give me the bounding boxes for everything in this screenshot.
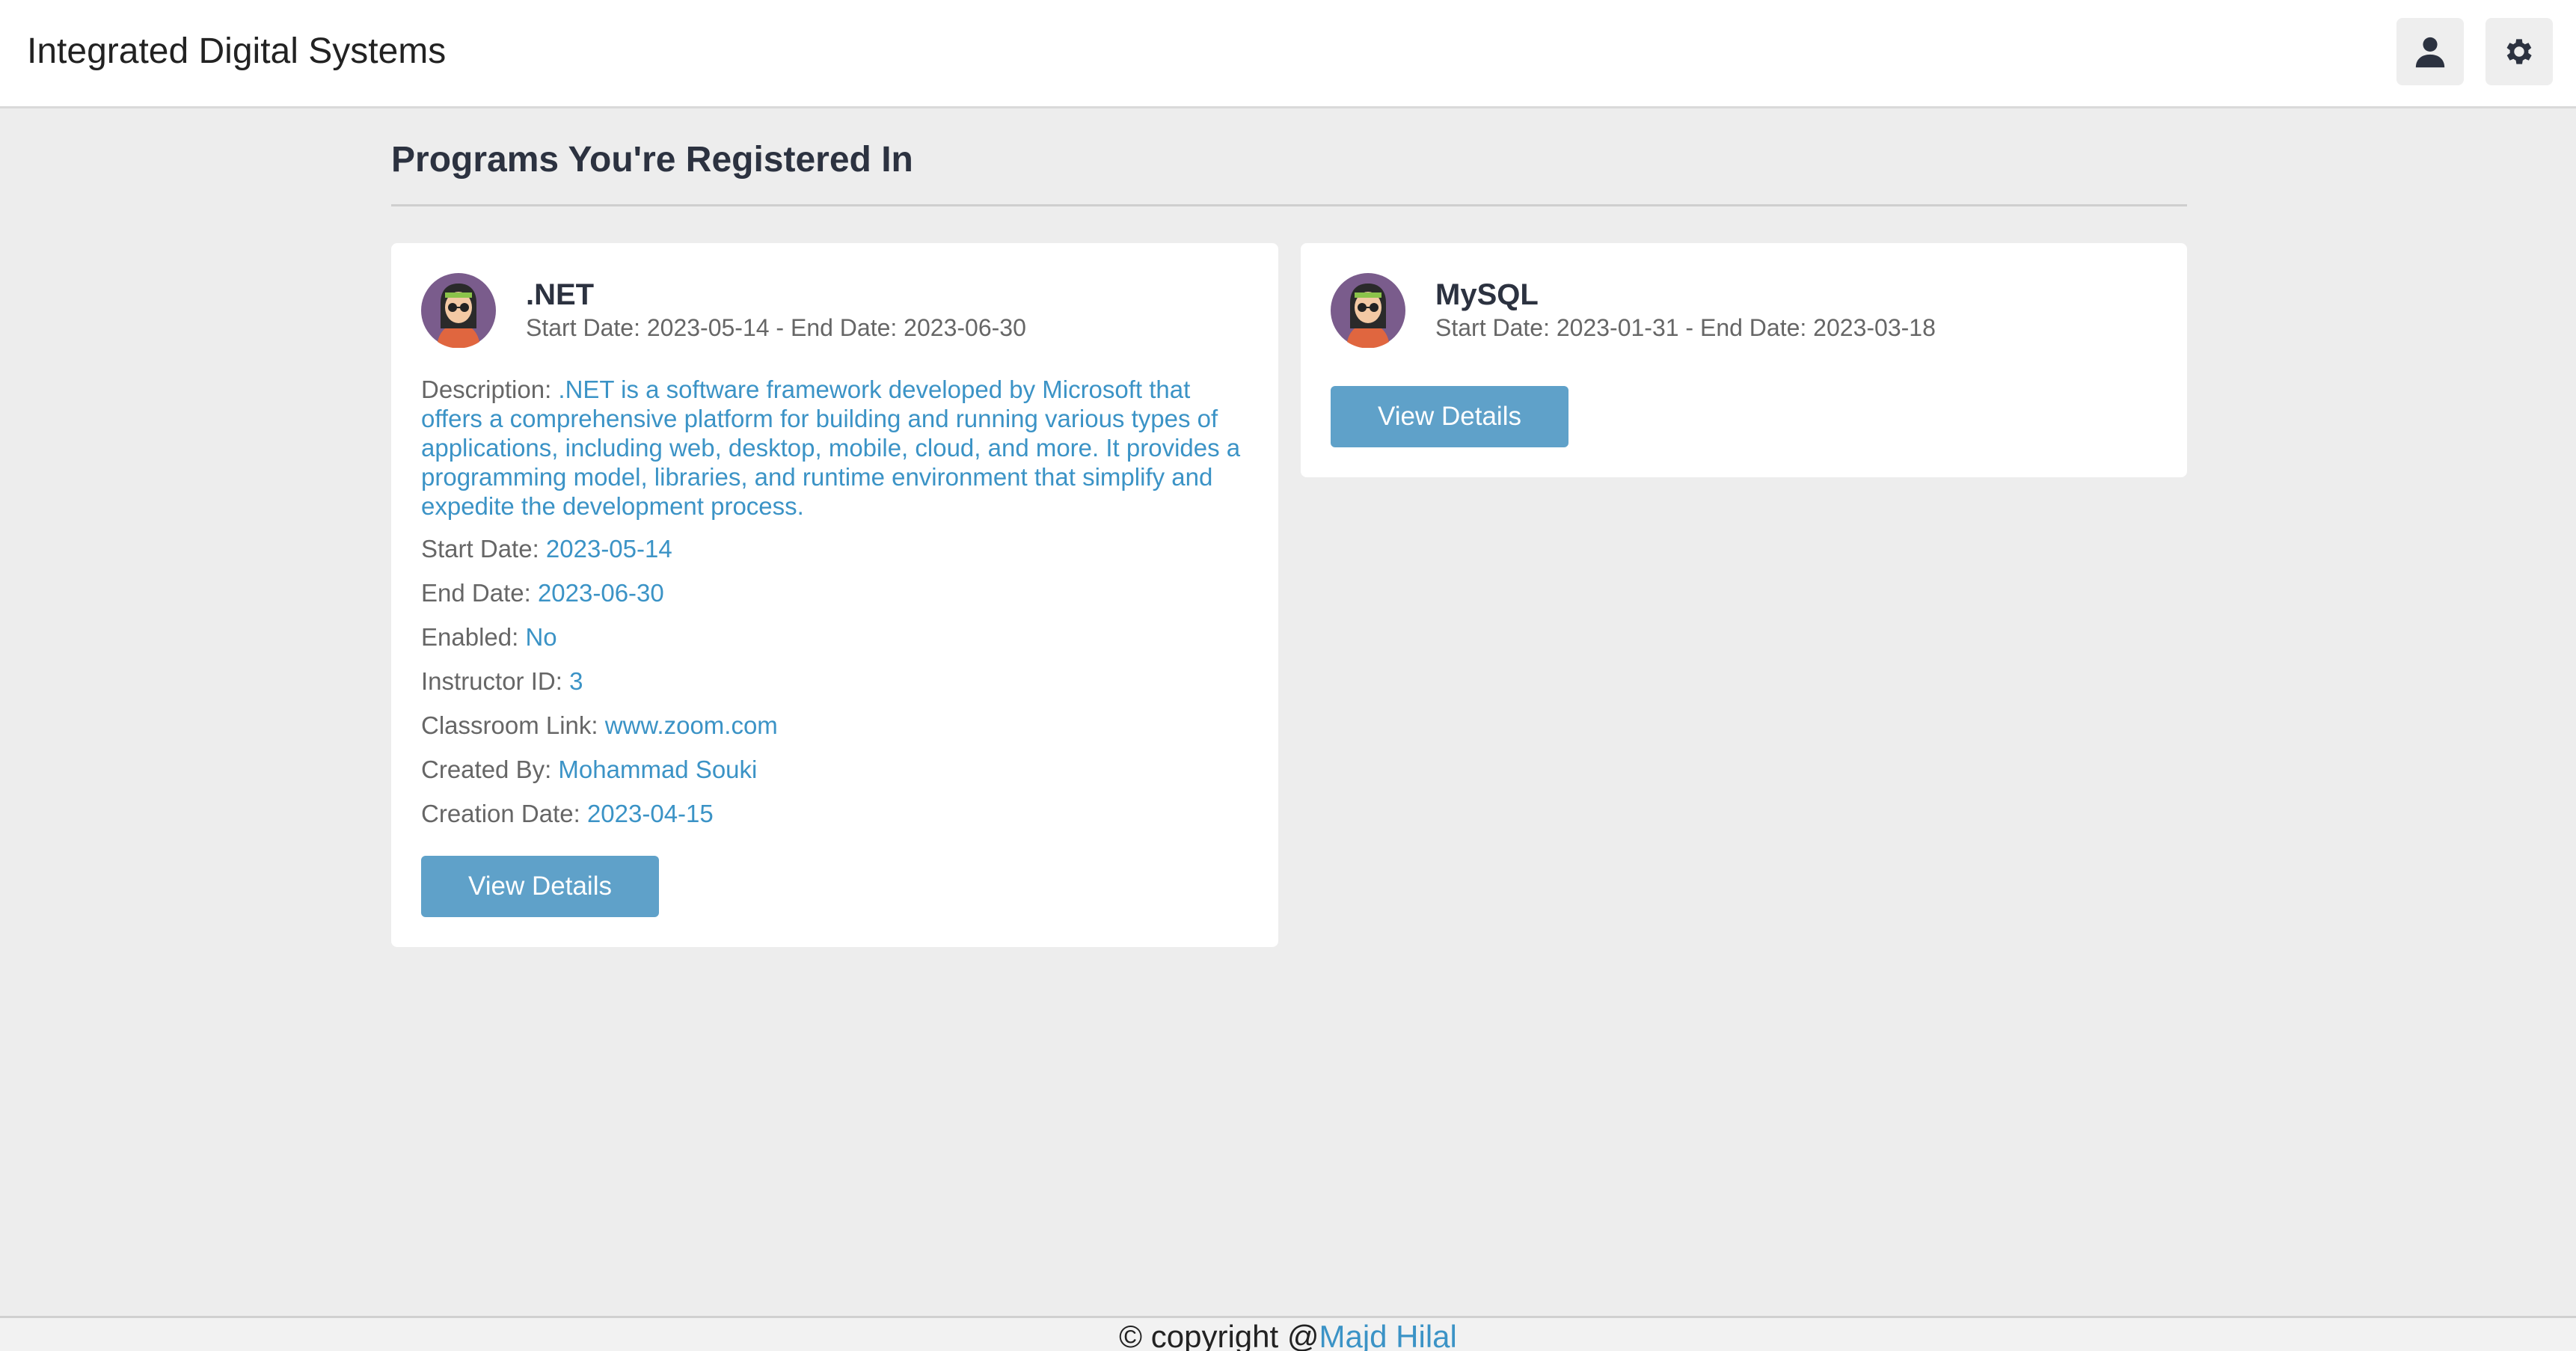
user-icon: [2415, 37, 2445, 68]
created-by-row: Created By: Mohammad Souki: [421, 755, 1251, 784]
view-details-button[interactable]: View Details: [1331, 386, 1568, 447]
program-dates: Start Date: 2023-05-14 - End Date: 2023-…: [526, 314, 1026, 341]
program-card-dotnet: .NET Start Date: 2023-05-14 - End Date: …: [391, 243, 1278, 947]
field-value: 2023-04-15: [586, 800, 714, 827]
field-label: Description:: [421, 376, 559, 403]
app-title[interactable]: Integrated Digital Systems: [27, 27, 446, 76]
field-value: 2023-05-14: [545, 535, 672, 563]
field-label: Instructor ID:: [421, 667, 570, 695]
author-link[interactable]: Majd Hilal: [1319, 1319, 1456, 1351]
footer: © copyright @Majd Hilal: [0, 1316, 2576, 1351]
view-details-button[interactable]: View Details: [421, 856, 659, 917]
end-date-row: End Date: 2023-06-30: [421, 578, 1251, 607]
field-label: Creation Date:: [421, 800, 587, 827]
program-card-mysql: MySQL Start Date: 2023-01-31 - End Date:…: [1301, 243, 2187, 477]
field-label: Enabled:: [421, 623, 526, 651]
heading-divider: [391, 204, 2187, 206]
field-value: 3: [569, 667, 583, 695]
field-label: Start Date:: [421, 535, 546, 563]
field-label: End Date:: [421, 579, 538, 607]
creation-date-row: Creation Date: 2023-04-15: [421, 799, 1251, 828]
program-dates: Start Date: 2023-01-31 - End Date: 2023-…: [1435, 314, 1936, 341]
field-label: Classroom Link:: [421, 711, 605, 739]
user-profile-button[interactable]: [2396, 18, 2464, 85]
field-label: Created By:: [421, 756, 559, 783]
program-title: .NET: [526, 278, 595, 311]
field-value: No: [525, 623, 557, 651]
enabled-row: Enabled: No: [421, 622, 1251, 652]
top-navbar: Integrated Digital Systems: [0, 0, 2576, 108]
avatar-icon: [421, 273, 496, 348]
gear-icon: [2506, 39, 2532, 64]
description-row: Description: .NET is a software framewor…: [421, 375, 1251, 521]
settings-button[interactable]: [2485, 18, 2553, 85]
program-title: MySQL: [1435, 278, 1539, 311]
classroom-link-row: Classroom Link: www.zoom.com: [421, 711, 1251, 740]
page-title: Programs You're Registered In: [391, 140, 913, 180]
instructor-id-row: Instructor ID: 3: [421, 667, 1251, 696]
copyright-text: © copyright @: [1119, 1319, 1319, 1351]
field-value: Mohammad Souki: [558, 756, 758, 783]
avatar-icon: [1331, 273, 1405, 348]
classroom-link[interactable]: www.zoom.com: [605, 711, 778, 739]
start-date-row: Start Date: 2023-05-14: [421, 534, 1251, 563]
program-details: Description: .NET is a software framewor…: [421, 375, 1251, 843]
field-value: 2023-06-30: [537, 579, 664, 607]
